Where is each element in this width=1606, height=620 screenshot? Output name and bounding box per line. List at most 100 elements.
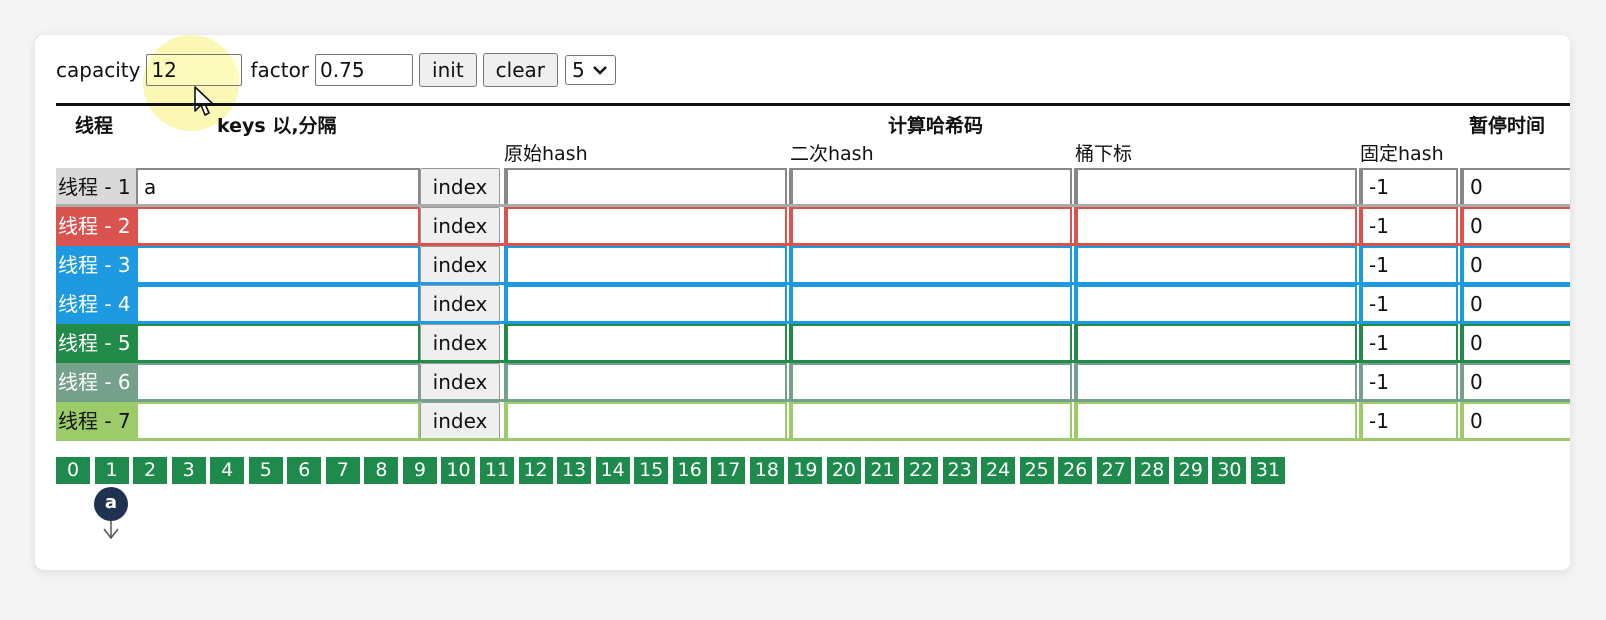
pause-time-input[interactable]: 0	[1460, 246, 1570, 284]
thread-label: 线程 - 3	[56, 246, 136, 284]
thread-count-select[interactable]: 5	[565, 55, 616, 85]
thread-row: 线程 - 7 index -1 0	[56, 402, 1570, 441]
raw-hash-field	[504, 168, 787, 206]
thread-label: 线程 - 2	[56, 207, 136, 245]
bucket-index-field	[1074, 324, 1357, 362]
raw-hash-field	[504, 285, 787, 323]
bucket-index-field	[1074, 285, 1357, 323]
bucket-cell: 1	[94, 457, 129, 484]
header-second-hash: 二次hash	[790, 143, 874, 165]
pause-time-input[interactable]: 0	[1460, 285, 1570, 323]
index-button[interactable]: index	[420, 207, 500, 245]
toolbar: capacity factor init clear 5	[56, 51, 616, 89]
index-button[interactable]: index	[420, 246, 500, 284]
second-hash-field	[789, 207, 1072, 245]
keys-input[interactable]	[136, 402, 420, 440]
row-divider	[56, 438, 1570, 441]
app-window: capacity factor init clear 5 线程 keys 以,分…	[35, 35, 1570, 570]
bucket-cell: 16	[672, 457, 707, 484]
second-hash-field	[789, 363, 1072, 401]
chevron-down-icon	[592, 66, 607, 75]
bucket-cell: 7	[325, 457, 360, 484]
bucket-index-field	[1074, 207, 1357, 245]
header-thread: 线程	[75, 115, 114, 137]
bucket-cell: 20	[826, 457, 861, 484]
fixed-hash-input[interactable]: -1	[1359, 285, 1458, 323]
bucket-cell: 27	[1096, 457, 1131, 484]
bucket-cell: 2	[133, 457, 168, 484]
bucket-cell: 5	[248, 457, 283, 484]
node-arrow-icon	[103, 521, 119, 540]
keys-input[interactable]	[136, 363, 420, 401]
keys-input[interactable]	[136, 285, 420, 323]
second-hash-field	[789, 246, 1072, 284]
header-fixed-hash: 固定hash	[1360, 143, 1444, 165]
thread-label: 线程 - 7	[56, 402, 136, 440]
index-button[interactable]: index	[420, 168, 500, 206]
bucket-cell: 3	[171, 457, 206, 484]
keys-input[interactable]	[136, 324, 420, 362]
clear-button[interactable]: clear	[482, 53, 559, 87]
fixed-hash-input[interactable]: -1	[1359, 207, 1458, 245]
second-hash-field	[789, 402, 1072, 440]
bucket-cell: 9	[402, 457, 437, 484]
bucket-cell: 13	[557, 457, 592, 484]
bucket-cell: 17	[711, 457, 746, 484]
header-compute-hash: 计算哈希码	[888, 115, 984, 137]
fixed-hash-input[interactable]: -1	[1359, 246, 1458, 284]
index-button[interactable]: index	[420, 324, 500, 362]
bucket-index-field	[1074, 246, 1357, 284]
bucket-cell: 10	[441, 457, 476, 484]
thread-label: 线程 - 6	[56, 363, 136, 401]
thread-row: 线程 - 6 index -1 0	[56, 363, 1570, 402]
thread-row: 线程 - 2 index -1 0	[56, 207, 1570, 246]
keys-input[interactable]	[136, 246, 420, 284]
header-pause-time: 暂停时间	[1469, 115, 1546, 137]
factor-label: factor	[250, 58, 310, 82]
thread-row: 线程 - 1 a index -1 0	[56, 168, 1570, 207]
bucket-array: 0 1 2 3 4 5 6 7 8 9 10 11 12 13 14 15 16 17 18 19 20 21 22 23 24…	[56, 457, 1290, 484]
fixed-hash-input[interactable]: -1	[1359, 324, 1458, 362]
pause-time-input[interactable]: 0	[1460, 207, 1570, 245]
thread-label: 线程 - 1	[56, 168, 136, 206]
raw-hash-field	[504, 324, 787, 362]
bucket-cell: 29	[1173, 457, 1208, 484]
bucket-index-field	[1074, 363, 1357, 401]
second-hash-field	[789, 324, 1072, 362]
pause-time-input[interactable]: 0	[1460, 168, 1570, 206]
raw-hash-field	[504, 402, 787, 440]
raw-hash-field	[504, 246, 787, 284]
bucket-cell: 14	[595, 457, 630, 484]
index-button[interactable]: index	[420, 285, 500, 323]
capacity-label: capacity	[56, 58, 141, 82]
init-button[interactable]: init	[419, 53, 477, 87]
bucket-cell: 6	[287, 457, 322, 484]
capacity-input[interactable]	[146, 54, 243, 86]
index-button[interactable]: index	[420, 402, 500, 440]
bucket-cell: 30	[1212, 457, 1247, 484]
pause-time-input[interactable]: 0	[1460, 324, 1570, 362]
header-keys: keys 以,分隔	[217, 115, 337, 137]
factor-input[interactable]	[315, 54, 414, 86]
index-button[interactable]: index	[420, 363, 500, 401]
keys-input[interactable]	[136, 207, 420, 245]
fixed-hash-input[interactable]: -1	[1359, 363, 1458, 401]
bucket-index-field	[1074, 168, 1357, 206]
second-hash-field	[789, 285, 1072, 323]
thread-row: 线程 - 3 index -1 0	[56, 246, 1570, 285]
pause-time-input[interactable]: 0	[1460, 402, 1570, 440]
thread-row: 线程 - 5 index -1 0	[56, 324, 1570, 363]
keys-input[interactable]: a	[136, 168, 420, 206]
header-bucket-index: 桶下标	[1075, 143, 1133, 165]
thread-label: 线程 - 5	[56, 324, 136, 362]
mouse-pointer-icon	[194, 86, 214, 116]
bucket-cell: 26	[1058, 457, 1093, 484]
bucket-cell: 21	[865, 457, 900, 484]
bucket-cell: 18	[749, 457, 784, 484]
thread-label: 线程 - 4	[56, 285, 136, 323]
fixed-hash-input[interactable]: -1	[1359, 402, 1458, 440]
thread-row: 线程 - 4 index -1 0	[56, 285, 1570, 324]
pause-time-input[interactable]: 0	[1460, 363, 1570, 401]
bucket-cell: 31	[1250, 457, 1285, 484]
fixed-hash-input[interactable]: -1	[1359, 168, 1458, 206]
